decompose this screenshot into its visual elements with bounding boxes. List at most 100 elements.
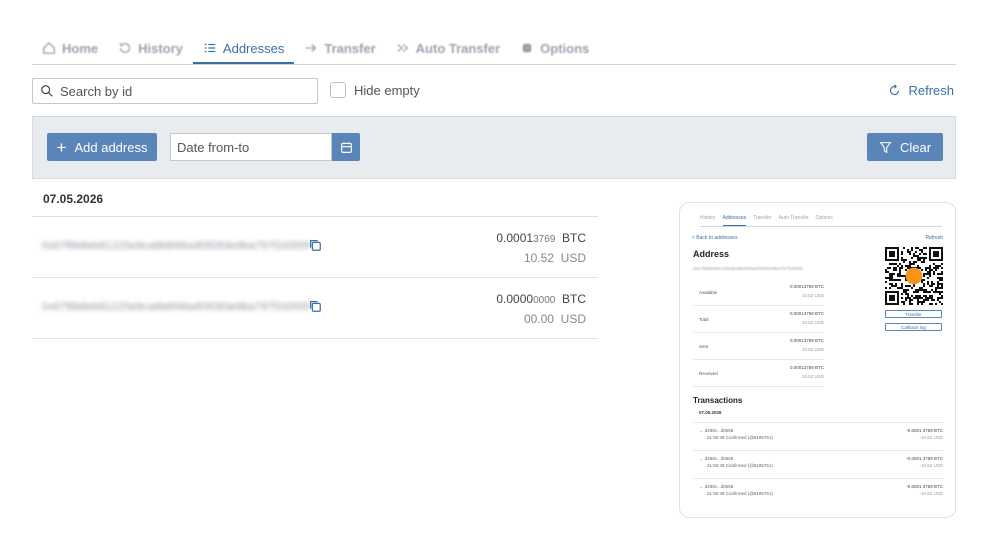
list-item[interactable]: 0x67f6b8eb81225e9ca6b6f46a4f3f283e9ba797… — [32, 278, 598, 339]
balance-fiat-value: 10.52 — [801, 320, 814, 325]
date-range-input[interactable]: Date from-to — [170, 133, 332, 161]
transaction-row: ← d298c...d9558 21:50:48 Confirmed (@818… — [693, 422, 943, 449]
outgoing-arrow-icon: ← — [699, 484, 704, 489]
balance-btc-unit: BTC — [815, 338, 824, 343]
balance-btc: 0.00013769 BTC — [790, 365, 824, 370]
add-address-button[interactable]: + Add address — [47, 133, 157, 161]
tx-status-text: Confirmed — [725, 435, 747, 440]
tx-time: 21:50:48 — [707, 463, 725, 468]
balance-row: Available 0.00013769 BTC 10.52 USD — [693, 279, 824, 306]
tx-btc: -0.0001 3769 BTC — [906, 456, 943, 461]
amount-block: 0.00013769 BTC 10.52 USD — [496, 231, 586, 265]
tx-fiat: -10.52 USD — [919, 435, 943, 440]
address-text: 0x67f6b8eb81225e9ca6b6f46a4f3f283e9ba797… — [42, 240, 310, 252]
tx-hash-text: d298c...d9558 — [704, 484, 734, 489]
balance-row: Total 0.00013769 BTC 10.52 USD — [693, 306, 824, 333]
balance-btc-unit: BTC — [815, 311, 824, 316]
tx-status-text: Confirmed — [725, 463, 747, 468]
balance-row: Sent 0.00013769 BTC 10.52 USD — [693, 333, 824, 360]
refresh-icon — [890, 84, 900, 96]
address-list: 0x67f6b8eb81225e9ca6b6f46a4f3f283e9ba797… — [32, 216, 598, 339]
calendar-icon — [340, 141, 352, 153]
tab-home[interactable]: Home — [32, 34, 108, 62]
tx-hash: ← d298c...d9558 — [699, 456, 733, 461]
tx-status: 21:50:48 Confirmed (@8185751) — [707, 491, 773, 496]
tx-btc-small: 3769 — [922, 428, 933, 433]
tab-addresses[interactable]: Addresses — [192, 34, 295, 64]
tx-hash: ← d298c...d9558 — [699, 484, 733, 489]
btc-amount-small: 3769 — [533, 234, 556, 245]
preview-tab-auto-transfer: Auto Transfer — [778, 215, 809, 221]
history-icon — [120, 42, 131, 54]
search-box — [32, 78, 318, 104]
transaction-row: ← d298c...d9558 21:50:48 Confirmed (@818… — [693, 478, 943, 505]
tab-addresses-label: Addresses — [222, 40, 285, 56]
tx-time: 21:50:48 — [707, 491, 725, 496]
tx-fiat-unit: USD — [933, 491, 943, 496]
tab-history[interactable]: History — [108, 34, 193, 62]
fiat-unit: USD — [560, 251, 586, 265]
balance-row: Received 0.00013769 BTC 10.52 USD — [693, 360, 824, 387]
tab-auto-transfer[interactable]: Auto Transfer — [386, 34, 511, 62]
balance-btc: 0.00013769 BTC — [790, 284, 824, 289]
tab-transfer[interactable]: Transfer — [294, 34, 385, 62]
tx-fiat-value: -10.52 — [919, 463, 933, 468]
hide-empty-label: Hide empty — [354, 82, 420, 98]
list-item[interactable]: 0x67f6b8eb81225e9ca6b6f46a4f3f283e9ba797… — [32, 217, 598, 278]
tx-fiat-unit: USD — [933, 463, 943, 468]
add-address-label: Add address — [74, 139, 148, 155]
refresh-button[interactable]: Refresh — [888, 83, 954, 98]
tx-time: 21:50:48 — [707, 435, 725, 440]
list-icon — [204, 43, 216, 53]
preview-back-link: < Back to addresses — [692, 235, 738, 241]
calendar-button[interactable] — [332, 133, 360, 161]
tx-fiat: -10.52 USD — [919, 491, 943, 496]
tx-status: 21:50:48 Confirmed (@8185751) — [707, 463, 773, 468]
clear-button[interactable]: Clear — [867, 133, 943, 161]
balance-fiat-unit: USD — [814, 347, 824, 352]
preview-callback-button: Callback log — [885, 323, 942, 331]
hide-empty-toggle[interactable]: Hide empty — [330, 82, 420, 98]
outgoing-arrow-icon: ← — [699, 428, 704, 433]
balance-label: Received — [699, 371, 718, 376]
tx-btc-unit: BTC — [934, 484, 943, 489]
balance-fiat-unit: USD — [814, 374, 824, 379]
preview-tab-addresses: Addresses — [722, 212, 747, 226]
preview-title: Address — [693, 249, 730, 259]
copy-icon[interactable] — [308, 238, 322, 252]
tx-block: (@8185751) — [747, 435, 773, 440]
balance-btc-main: 0.0001 — [789, 365, 804, 370]
balance-fiat: 10.52 USD — [802, 320, 824, 325]
balance-btc: 0.00013769 BTC — [790, 311, 824, 316]
filter-toolbar: + Add address Date from-to Clear — [32, 116, 956, 179]
search-input[interactable] — [58, 82, 302, 100]
copy-icon[interactable] — [308, 299, 322, 313]
balance-btc-small: 3769 — [803, 365, 814, 370]
balance-fiat: 10.52 USD — [802, 374, 824, 379]
hide-empty-checkbox[interactable] — [330, 82, 346, 98]
btc-amount-small: 0000 — [533, 295, 556, 306]
bitcoin-icon — [905, 267, 923, 285]
balance-fiat-value: 10.52 — [801, 374, 814, 379]
tx-fiat-unit: USD — [933, 435, 943, 440]
filter-clear-icon — [879, 141, 892, 153]
tab-options[interactable]: Options — [510, 34, 599, 62]
gear-icon — [522, 43, 532, 53]
balance-btc: 0.00013769 BTC — [790, 338, 824, 343]
preview-tab-history: History — [700, 215, 716, 221]
tx-btc-unit: BTC — [934, 456, 943, 461]
tx-btc: -0.0001 3769 BTC — [906, 428, 943, 433]
tx-fiat-value: -10.52 — [919, 491, 933, 496]
balance-label: Available — [699, 290, 718, 295]
preview-address: 0x67f6b8eb81225e9ca6b6f46a4f3f283e9ba797… — [693, 266, 803, 271]
group-date: 07.05.2026 — [43, 192, 104, 206]
tx-btc: -0.0001 3769 BTC — [906, 484, 943, 489]
btc-amount: 0.0000 — [496, 292, 534, 306]
btc-unit: BTC — [562, 231, 586, 245]
tab-history-label: History — [138, 40, 183, 56]
preview-refresh: Refresh — [925, 235, 943, 241]
tx-hash-text: d298c...d9558 — [704, 456, 734, 461]
balance-btc-small: 3769 — [803, 311, 814, 316]
tx-hash: ← d298c...d9558 — [699, 428, 733, 433]
balance-fiat-value: 10.52 — [801, 347, 814, 352]
